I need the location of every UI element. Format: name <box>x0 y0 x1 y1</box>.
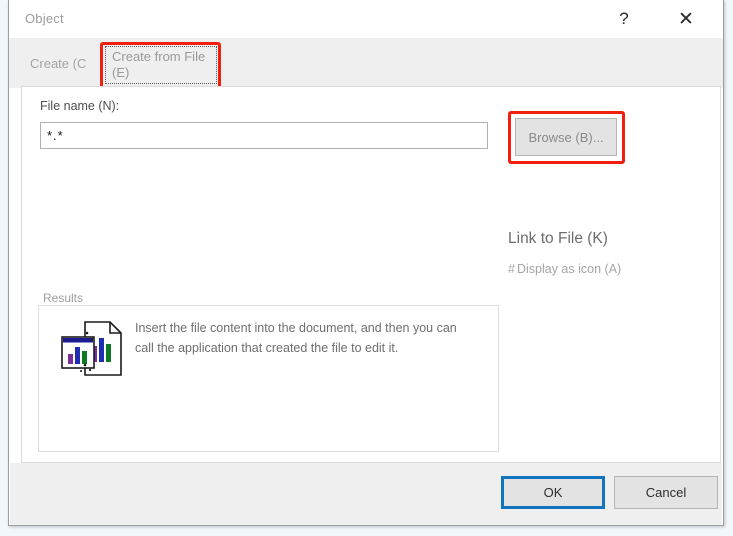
link-to-file-checkbox[interactable]: Link to File (K) <box>508 230 608 248</box>
display-as-icon-label: Display as icon (A) <box>516 262 622 276</box>
hash-icon: # <box>508 262 515 276</box>
dialog-title: Object <box>25 11 64 26</box>
browse-button[interactable]: Browse (B)... <box>515 118 617 156</box>
results-description: Insert the file content into the documen… <box>135 321 457 355</box>
display-as-icon-checkbox[interactable]: # Display as icon (A) <box>508 262 621 276</box>
cancel-button[interactable]: Cancel <box>614 476 718 509</box>
close-icon[interactable]: ✕ <box>663 0 709 38</box>
help-icon[interactable]: ? <box>601 0 647 38</box>
file-name-label: File name (N): <box>40 99 120 113</box>
tab-create[interactable]: Create (C <box>30 42 100 84</box>
document-with-chart-icon <box>59 320 127 378</box>
object-dialog: Object ? ✕ Create (C Create from File (E… <box>8 0 724 526</box>
tab-create-from-file[interactable]: Create from File (E) <box>105 46 217 84</box>
file-name-input[interactable] <box>40 122 488 149</box>
ok-button[interactable]: OK <box>501 476 605 509</box>
dialog-titlebar: Object ? ✕ <box>9 0 723 38</box>
results-legend: Results <box>39 291 88 305</box>
dialog-footer: OK Cancel <box>10 463 722 525</box>
